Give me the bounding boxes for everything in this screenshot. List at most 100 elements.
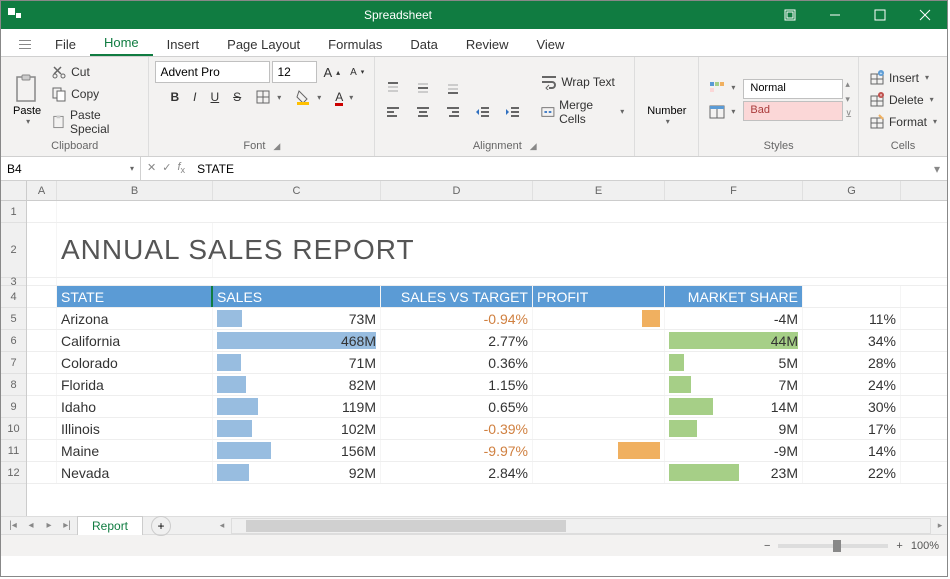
menu-home[interactable]: Home bbox=[90, 31, 153, 56]
column-header[interactable]: A bbox=[27, 181, 57, 200]
cell-svt[interactable]: -9.97% bbox=[381, 440, 533, 461]
name-box[interactable]: B4▾ bbox=[1, 157, 141, 180]
formula-expand-icon[interactable]: ▾ bbox=[927, 162, 947, 176]
decrease-indent-button[interactable] bbox=[471, 102, 495, 122]
cell-state[interactable]: Nevada bbox=[57, 462, 213, 483]
enter-formula-icon[interactable]: ✓ bbox=[162, 161, 171, 175]
menu-file[interactable]: File bbox=[41, 33, 90, 56]
menu-formulas[interactable]: Formulas bbox=[314, 33, 396, 56]
cell-profit-bar[interactable] bbox=[533, 374, 665, 395]
cell-state[interactable]: Colorado bbox=[57, 352, 213, 373]
wrap-text-button[interactable]: Wrap Text bbox=[537, 72, 628, 92]
hscroll-left-icon[interactable]: ◂ bbox=[215, 520, 229, 531]
cell-sales[interactable]: 102M bbox=[213, 418, 381, 439]
styles-up-icon[interactable]: ▴ bbox=[845, 79, 852, 90]
cell-state[interactable]: Florida bbox=[57, 374, 213, 395]
cell-sales[interactable]: 71M bbox=[213, 352, 381, 373]
align-right-button[interactable] bbox=[441, 102, 465, 122]
add-sheet-button[interactable]: + bbox=[151, 516, 171, 536]
row-header[interactable]: 5 bbox=[1, 308, 26, 330]
row-header[interactable]: 8 bbox=[1, 374, 26, 396]
minimize-button[interactable] bbox=[812, 1, 857, 29]
cell-profit-bar[interactable] bbox=[533, 352, 665, 373]
horizontal-scrollbar[interactable] bbox=[231, 518, 931, 534]
cell-state[interactable]: Idaho bbox=[57, 396, 213, 417]
hscroll-right-icon[interactable]: ▸ bbox=[933, 520, 947, 531]
cell-mshare[interactable]: 22% bbox=[803, 462, 901, 483]
column-header[interactable]: C bbox=[213, 181, 381, 200]
styles-down-icon[interactable]: ▾ bbox=[845, 94, 852, 105]
grow-font-button[interactable]: A▴ bbox=[319, 63, 344, 82]
column-header[interactable]: D bbox=[381, 181, 533, 200]
align-top-button[interactable] bbox=[381, 78, 405, 98]
cell-mshare[interactable]: 34% bbox=[803, 330, 901, 351]
cell-profit-bar[interactable] bbox=[533, 396, 665, 417]
cell-mshare[interactable]: 30% bbox=[803, 396, 901, 417]
cell-mshare[interactable]: 11% bbox=[803, 308, 901, 329]
maximize-button[interactable] bbox=[857, 1, 902, 29]
row-header[interactable]: 2 bbox=[1, 223, 26, 278]
cell-sales[interactable]: 82M bbox=[213, 374, 381, 395]
merge-cells-button[interactable]: Merge Cells▾ bbox=[537, 96, 628, 128]
align-middle-button[interactable] bbox=[411, 78, 435, 98]
zoom-out-button[interactable]: − bbox=[764, 540, 770, 552]
header-state[interactable]: STATE bbox=[57, 286, 213, 307]
cell-style-bad[interactable]: Bad bbox=[743, 101, 843, 121]
font-size-select[interactable] bbox=[272, 61, 317, 83]
formula-input[interactable]: STATE bbox=[191, 162, 927, 176]
row-header[interactable]: 4 bbox=[1, 286, 26, 308]
cell-mshare[interactable]: 14% bbox=[803, 440, 901, 461]
select-all-corner[interactable] bbox=[1, 181, 26, 201]
cell-profit[interactable]: 7M bbox=[665, 374, 803, 395]
cell-profit[interactable]: 14M bbox=[665, 396, 803, 417]
cell-sales[interactable]: 468M bbox=[213, 330, 381, 351]
cell-sales[interactable]: 92M bbox=[213, 462, 381, 483]
cell-profit[interactable]: 44M bbox=[665, 330, 803, 351]
tab-nav-prev-icon[interactable]: ◂ bbox=[23, 520, 39, 531]
menu-page-layout[interactable]: Page Layout bbox=[213, 33, 314, 56]
zoom-knob[interactable] bbox=[833, 540, 841, 552]
cell-state[interactable]: Maine bbox=[57, 440, 213, 461]
cell-profit-bar[interactable] bbox=[533, 330, 665, 351]
cell-profit[interactable]: 23M bbox=[665, 462, 803, 483]
cell-profit[interactable]: -9M bbox=[665, 440, 803, 461]
row-header[interactable]: 7 bbox=[1, 352, 26, 374]
cell-svt[interactable]: 1.15% bbox=[381, 374, 533, 395]
cut-button[interactable]: Cut bbox=[47, 62, 142, 82]
column-header[interactable]: B bbox=[57, 181, 213, 200]
header-mshare[interactable]: MARKET SHARE bbox=[665, 286, 803, 307]
hscroll-thumb[interactable] bbox=[246, 520, 566, 532]
menu-review[interactable]: Review bbox=[452, 33, 523, 56]
cell-svt[interactable]: 2.84% bbox=[381, 462, 533, 483]
cell-profit-bar[interactable] bbox=[533, 440, 665, 461]
cell-profit[interactable]: 9M bbox=[665, 418, 803, 439]
cell-mshare[interactable]: 28% bbox=[803, 352, 901, 373]
column-header[interactable]: F bbox=[665, 181, 803, 200]
menu-insert[interactable]: Insert bbox=[153, 33, 214, 56]
header-svt[interactable]: SALES VS TARGET bbox=[381, 286, 533, 307]
delete-cells-button[interactable]: ×Delete▾ bbox=[865, 90, 941, 110]
fill-color-button[interactable]: ▾ bbox=[291, 87, 325, 107]
cell-sales[interactable]: 119M bbox=[213, 396, 381, 417]
align-bottom-button[interactable] bbox=[441, 78, 465, 98]
italic-button[interactable]: I bbox=[189, 88, 200, 106]
cell-profit-bar[interactable] bbox=[533, 308, 665, 329]
zoom-slider[interactable] bbox=[778, 544, 888, 548]
increase-indent-button[interactable] bbox=[501, 102, 525, 122]
tab-nav-last-icon[interactable]: ▸| bbox=[59, 520, 75, 531]
font-name-select[interactable] bbox=[155, 61, 270, 83]
format-cells-button[interactable]: Format▾ bbox=[865, 112, 941, 132]
zoom-level[interactable]: 100% bbox=[911, 540, 939, 552]
row-header[interactable]: 9 bbox=[1, 396, 26, 418]
cell-mshare[interactable]: 24% bbox=[803, 374, 901, 395]
cell-svt[interactable]: -0.94% bbox=[381, 308, 533, 329]
cell-profit[interactable]: 5M bbox=[665, 352, 803, 373]
font-color-button[interactable]: A▾ bbox=[331, 88, 357, 106]
tab-nav-first-icon[interactable]: |◂ bbox=[5, 520, 21, 531]
cell-mshare[interactable]: 17% bbox=[803, 418, 901, 439]
paste-special-button[interactable]: Paste Special bbox=[47, 106, 142, 138]
cell-svt[interactable]: 0.36% bbox=[381, 352, 533, 373]
tab-nav-next-icon[interactable]: ▸ bbox=[41, 520, 57, 531]
strikethrough-button[interactable]: S bbox=[229, 88, 245, 106]
cell-svt[interactable]: -0.39% bbox=[381, 418, 533, 439]
